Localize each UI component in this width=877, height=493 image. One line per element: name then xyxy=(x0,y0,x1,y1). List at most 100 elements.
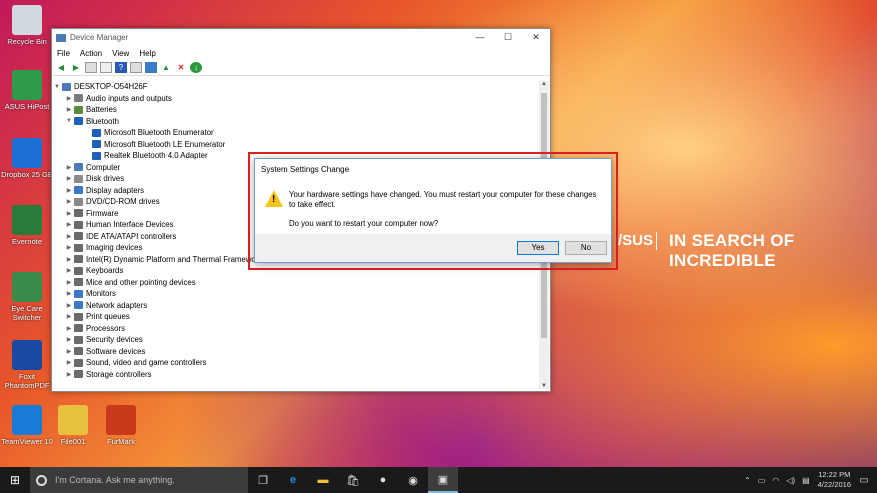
device-manager-taskbar-icon[interactable]: ▣ xyxy=(428,467,458,493)
enable-device-icon[interactable]: ▲ xyxy=(160,62,172,73)
chevron-right-icon[interactable]: ▶ xyxy=(64,210,74,217)
chevron-right-icon[interactable]: ▶ xyxy=(64,244,74,251)
battery-icon[interactable]: ▭ xyxy=(758,476,766,485)
tree-item-label: Batteries xyxy=(86,105,117,115)
chevron-right-icon[interactable]: ▶ xyxy=(64,348,74,355)
chevron-right-icon[interactable]: ▶ xyxy=(64,313,74,320)
device-category-icon xyxy=(92,151,101,160)
chevron-right-icon[interactable]: ▶ xyxy=(64,256,74,263)
chevron-right-icon[interactable]: ▶ xyxy=(64,371,74,378)
device-category-icon xyxy=(74,163,83,172)
back-icon[interactable]: ◀ xyxy=(55,62,67,73)
tree-category-item[interactable]: ▶ Processors xyxy=(52,323,538,335)
chevron-up-icon[interactable]: ⌃ xyxy=(744,476,751,485)
tree-category-item[interactable]: ▶ Sound, video and game controllers xyxy=(52,357,538,369)
action-center-icon[interactable]: ▭ xyxy=(851,475,877,486)
menu-file[interactable]: File xyxy=(57,49,70,58)
tree-item-label: Microsoft Bluetooth Enumerator xyxy=(104,128,214,138)
tree-child-item[interactable]: Microsoft Bluetooth Enumerator xyxy=(52,127,538,139)
no-button[interactable]: No xyxy=(565,241,607,255)
scan-hardware-icon[interactable]: ↓ xyxy=(190,62,202,73)
chevron-right-icon[interactable]: ▶ xyxy=(64,359,74,366)
desktop-icon-evernote[interactable]: Evernote xyxy=(0,205,54,246)
properties-icon[interactable] xyxy=(100,62,112,73)
furmark-icon xyxy=(106,405,136,435)
system-settings-dialog[interactable]: System Settings Change ! Your hardware s… xyxy=(254,158,612,263)
tagline-divider xyxy=(656,232,657,250)
desktop-icon-eye-care[interactable]: Eye Care Switcher xyxy=(0,272,54,322)
forward-icon[interactable]: ▶ xyxy=(70,62,82,73)
device-category-icon xyxy=(74,209,83,218)
chevron-right-icon[interactable]: ▶ xyxy=(64,198,74,205)
tree-category-item[interactable]: ▶ Storage controllers xyxy=(52,369,538,381)
chevron-down-icon[interactable]: ▼ xyxy=(52,84,62,90)
chevron-right-icon[interactable]: ▶ xyxy=(64,233,74,240)
chevron-right-icon[interactable]: ▶ xyxy=(64,95,74,102)
tree-category-item[interactable]: ▶ Print queues xyxy=(52,311,538,323)
volume-icon[interactable]: ◁) xyxy=(786,476,795,485)
desktop-icon-recycle-bin[interactable]: Recycle Bin xyxy=(0,5,54,46)
notifications-icon[interactable]: ▤ xyxy=(802,476,810,485)
app-icon[interactable]: ● xyxy=(368,467,398,493)
chevron-right-icon[interactable]: ▶ xyxy=(64,279,74,286)
desktop-icon-label: Dropbox 25 GB xyxy=(1,170,53,179)
tree-category-item[interactable]: ▶ Batteries xyxy=(52,104,538,116)
maximize-button[interactable]: ☐ xyxy=(494,32,522,43)
desktop-icon-foxit[interactable]: Foxit PhantomPDF xyxy=(0,340,54,390)
chevron-right-icon[interactable]: ▶ xyxy=(64,187,74,194)
start-button[interactable]: ⊞ xyxy=(0,473,30,487)
chevron-right-icon[interactable]: ▶ xyxy=(64,175,74,182)
chevron-right-icon[interactable]: ▶ xyxy=(64,221,74,228)
clock[interactable]: 12:22 PM 4/22/2016 xyxy=(818,470,851,490)
tree-item-label: Human Interface Devices xyxy=(86,220,174,230)
close-button[interactable]: ✕ xyxy=(522,32,550,43)
task-view-icon[interactable]: ❐ xyxy=(248,467,278,493)
desktop-icon-folder[interactable]: File001 xyxy=(46,405,100,446)
tree-category-item[interactable]: ▶ Audio inputs and outputs xyxy=(52,93,538,105)
chevron-right-icon[interactable]: ▶ xyxy=(64,164,74,171)
scroll-down-icon[interactable]: ▼ xyxy=(539,383,549,389)
show-hide-icon[interactable] xyxy=(85,62,97,73)
chevron-right-icon[interactable]: ▶ xyxy=(64,290,74,297)
tree-item-label: Computer xyxy=(86,162,121,172)
help-icon[interactable]: ? xyxy=(115,62,127,73)
wifi-icon[interactable]: ◠ xyxy=(772,476,779,485)
yes-button[interactable]: Yes xyxy=(517,241,559,255)
menu-action[interactable]: Action xyxy=(80,49,102,58)
menu-view[interactable]: View xyxy=(112,49,129,58)
settings-app-icon[interactable]: ◉ xyxy=(398,467,428,493)
minimize-button[interactable]: — xyxy=(466,32,494,43)
monitor-icon[interactable] xyxy=(145,62,157,73)
edge-icon[interactable]: e xyxy=(278,467,308,493)
dropbox-icon xyxy=(12,138,42,168)
tree-category-item[interactable]: ▶ Software devices xyxy=(52,346,538,358)
desktop-icon-furmark[interactable]: FurMark xyxy=(94,405,148,446)
chevron-right-icon[interactable]: ▶ xyxy=(64,267,74,274)
chevron-right-icon[interactable]: ▶ xyxy=(64,325,74,332)
clock-time: 12:22 PM xyxy=(818,470,851,479)
cortana-search[interactable]: I'm Cortana. Ask me anything. xyxy=(30,467,248,493)
chevron-down-icon[interactable]: ▼ xyxy=(64,118,74,124)
title-bar[interactable]: Device Manager — ☐ ✕ xyxy=(52,29,550,46)
tree-category-item[interactable]: ▶ Network adapters xyxy=(52,300,538,312)
desktop-icon-dropbox[interactable]: Dropbox 25 GB xyxy=(0,138,54,179)
desktop-icon-asus-hipost[interactable]: ASUS HiPost xyxy=(0,70,54,111)
store-icon[interactable]: 🛍 xyxy=(338,467,368,493)
scroll-up-icon[interactable]: ▲ xyxy=(539,81,549,87)
uninstall-icon[interactable]: ✕ xyxy=(175,62,187,73)
file-explorer-icon[interactable]: ▬ xyxy=(308,467,338,493)
chevron-right-icon[interactable]: ▶ xyxy=(64,302,74,309)
menu-help[interactable]: Help xyxy=(139,49,155,58)
device-manager-icon xyxy=(56,33,66,42)
chevron-right-icon[interactable]: ▶ xyxy=(64,106,74,113)
tree-item-label: Realtek Bluetooth 4.0 Adapter xyxy=(104,151,208,161)
desktop-icon-label: Recycle Bin xyxy=(7,37,47,46)
tree-category-item[interactable]: ▶ Monitors xyxy=(52,288,538,300)
tree-child-item[interactable]: Microsoft Bluetooth LE Enumerator xyxy=(52,139,538,151)
tree-category-item[interactable]: ▶ Mice and other pointing devices xyxy=(52,277,538,289)
update-driver-icon[interactable] xyxy=(130,62,142,73)
tree-root[interactable]: ▼ DESKTOP-O54H26F xyxy=(52,81,538,93)
tree-category-item[interactable]: ▶ Security devices xyxy=(52,334,538,346)
chevron-right-icon[interactable]: ▶ xyxy=(64,336,74,343)
tree-category-item[interactable]: ▼ Bluetooth xyxy=(52,116,538,128)
